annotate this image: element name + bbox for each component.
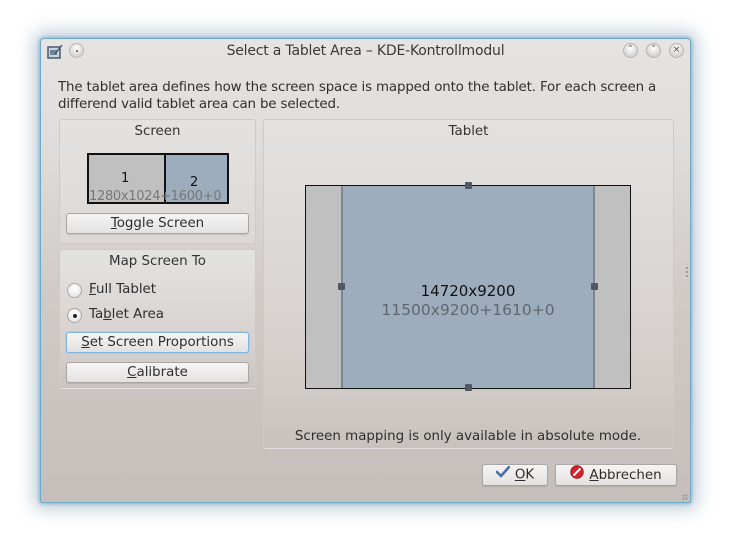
keep-above-button[interactable]: ˄ <box>623 43 638 58</box>
title-bar[interactable]: Select a Tablet Area – KDE-Kontrollmodul… <box>41 39 690 65</box>
tablet-area-radio[interactable] <box>67 308 82 323</box>
screen-resolution-label: 1280x1024+1600+0 <box>89 189 222 204</box>
full-tablet-label[interactable]: Full Tablet <box>89 282 156 297</box>
cancel-button[interactable]: Abbrechen <box>555 464 677 486</box>
tablet-group-title: Tablet <box>448 124 489 139</box>
close-icon: × <box>672 45 681 55</box>
absolute-mode-note: Screen mapping is only available in abso… <box>294 429 642 444</box>
screen-selector[interactable]: 1 2 1280x1024+1600+0 <box>87 153 229 204</box>
minimize-icon: ˅ <box>651 45 656 55</box>
dialog-window: Select a Tablet Area – KDE-Kontrollmodul… <box>40 38 691 503</box>
window-title: Select a Tablet Area – KDE-Kontrollmodul <box>226 43 505 59</box>
selected-tablet-area[interactable]: 14720x9200 11500x9200+1610+0 <box>341 186 595 388</box>
map-group-title: Map Screen To <box>109 254 206 269</box>
toggle-screen-button[interactable]: Toggle Screen <box>66 213 249 234</box>
screen-group-title: Screen <box>134 124 181 139</box>
screen-1-number: 1 <box>121 171 130 186</box>
set-screen-proportions-button[interactable]: Set Screen Proportions <box>66 332 249 353</box>
close-button[interactable]: × <box>669 43 684 58</box>
full-tablet-radio[interactable] <box>67 283 82 298</box>
keep-above-icon: ˄ <box>628 45 633 55</box>
minimize-button[interactable]: ˅ <box>646 43 661 58</box>
ok-button[interactable]: OK <box>482 464 548 486</box>
edge-grip-dot <box>686 275 688 277</box>
resize-handle-left[interactable] <box>338 283 345 290</box>
edge-grip-dot <box>686 271 688 273</box>
resize-grip-icon[interactable] <box>682 494 688 500</box>
resize-handle-top[interactable] <box>465 182 472 189</box>
calibrate-button[interactable]: Calibrate <box>66 362 249 383</box>
checkmark-icon <box>495 465 511 484</box>
cancel-icon <box>570 465 585 485</box>
edge-grip-dot <box>686 267 688 269</box>
description-text: The tablet area defines how the screen s… <box>58 80 657 112</box>
tablet-area-label[interactable]: Tablet Area <box>89 307 164 322</box>
area-geometry-label: 11500x9200+1610+0 <box>381 301 555 319</box>
tablet-size-label: 14720x9200 <box>420 282 516 300</box>
screen-2-number: 2 <box>190 175 199 190</box>
tablet-area-widget[interactable]: 14720x9200 11500x9200+1610+0 <box>305 182 631 391</box>
resize-handle-bottom[interactable] <box>465 384 472 391</box>
resize-handle-right[interactable] <box>591 283 598 290</box>
